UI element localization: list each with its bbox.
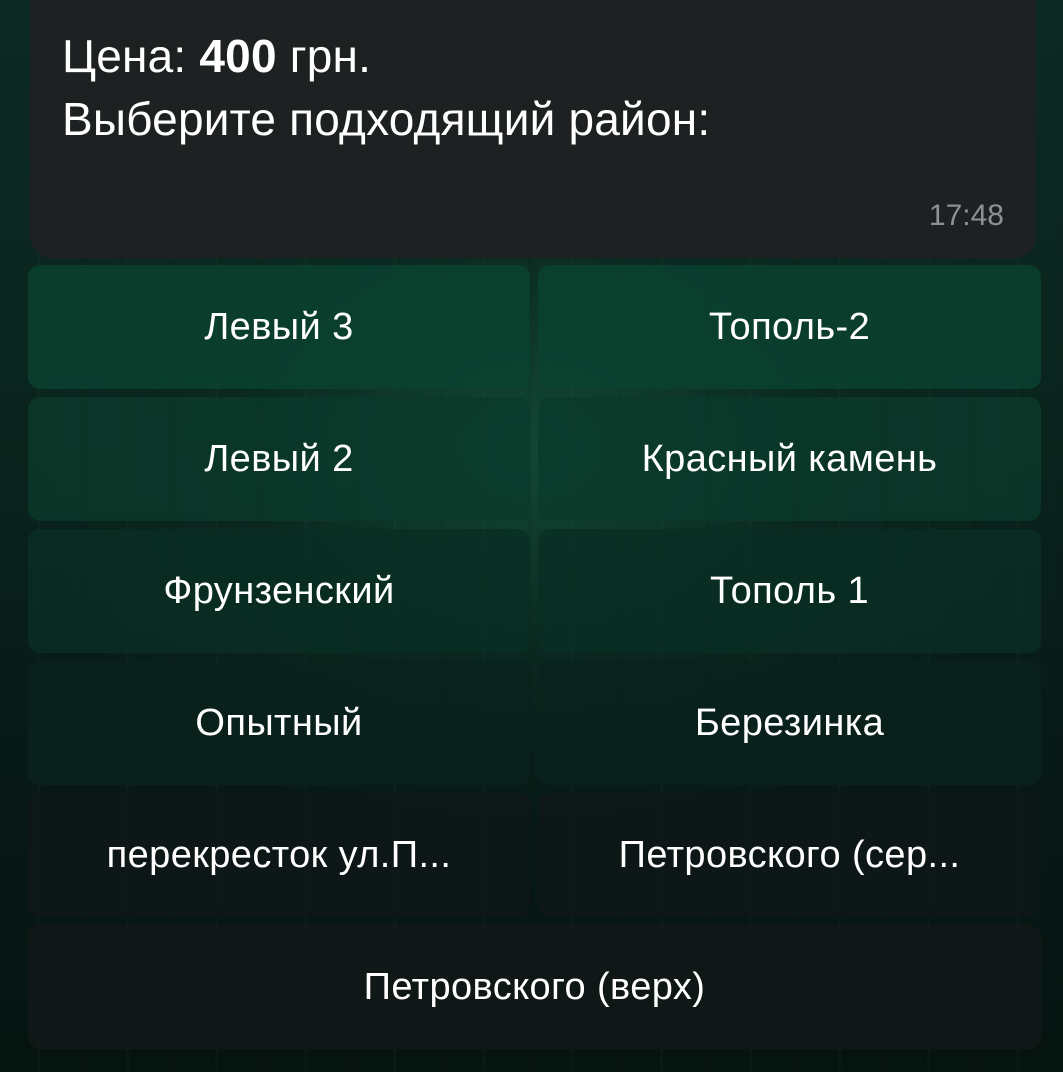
district-button-perekrestok[interactable]: перекресток ул.П... <box>28 793 530 917</box>
district-button-berezinka[interactable]: Березинка <box>538 661 1041 785</box>
district-button-levyi-2[interactable]: Левый 2 <box>28 397 530 521</box>
district-button-petrovskogo-ser[interactable]: Петровского (сер... <box>538 793 1041 917</box>
district-button-krasnyi-kamen[interactable]: Красный камень <box>538 397 1041 521</box>
district-button-topol-1[interactable]: Тополь 1 <box>538 529 1041 653</box>
district-button-petrovskogo-verh[interactable]: Петровского (верх) <box>28 925 1041 1049</box>
district-button-opytnyi[interactable]: Опытный <box>28 661 530 785</box>
district-button-topol-2[interactable]: Тополь-2 <box>538 265 1041 389</box>
district-button-levyi-3[interactable]: Левый 3 <box>28 265 530 389</box>
district-button-frunzenskii[interactable]: Фрунзенский <box>28 529 530 653</box>
inline-keyboard: Левый 3 Тополь-2 Левый 2 Красный камень … <box>0 0 1063 1072</box>
